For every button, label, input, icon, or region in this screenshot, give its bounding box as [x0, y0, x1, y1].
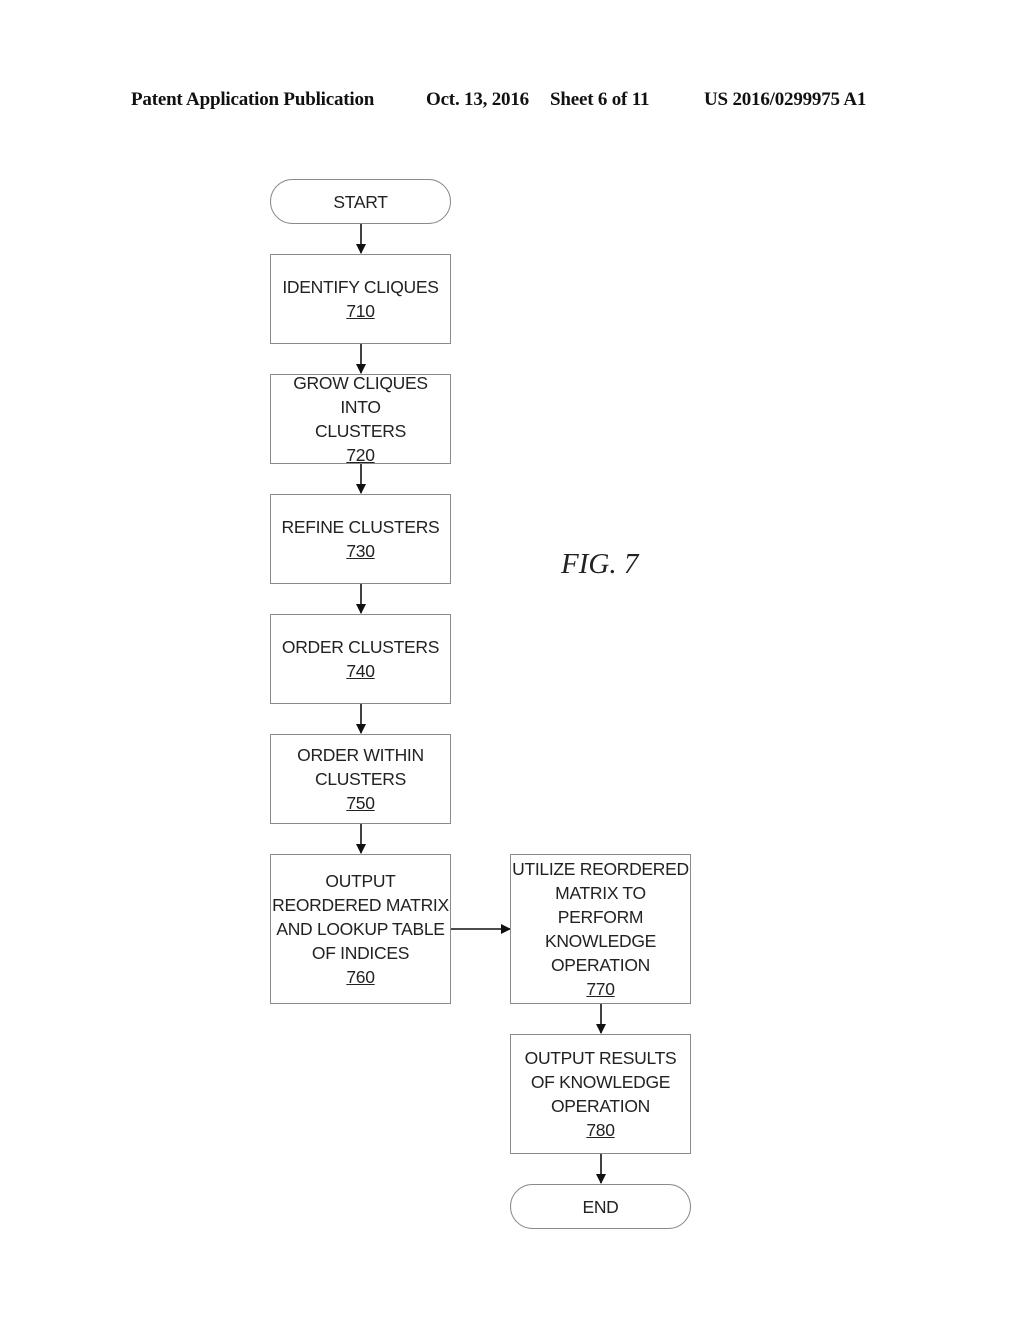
- step-770-ref: 770: [586, 979, 615, 999]
- step-730-ref: 730: [346, 541, 375, 561]
- step-750-text-line2: CLUSTERS: [315, 769, 406, 789]
- step-710-box: IDENTIFY CLIQUES 710: [270, 254, 451, 344]
- step-770-text-line4: KNOWLEDGE: [544, 931, 657, 951]
- step-740-box: ORDER CLUSTERS 740: [270, 614, 451, 704]
- end-terminal: END: [510, 1184, 691, 1229]
- step-770-text-line1: UTILIZE REORDERED: [512, 859, 689, 879]
- step-770-box: UTILIZE REORDERED MATRIX TO PERFORM KNOW…: [510, 854, 691, 1004]
- step-760-text-line4: OF INDICES: [311, 943, 410, 963]
- step-780-text-line2: OF KNOWLEDGE: [530, 1072, 671, 1092]
- step-730-text: REFINE CLUSTERS: [281, 517, 440, 537]
- end-label: END: [582, 1196, 619, 1217]
- step-760-text-line2: REORDERED MATRIX: [272, 895, 449, 915]
- step-710-ref: 710: [346, 301, 375, 321]
- step-780-text-line3: OPERATION: [550, 1096, 651, 1116]
- figure-label: FIG. 7: [561, 548, 639, 580]
- step-720-ref: 720: [346, 445, 375, 465]
- step-780-ref: 780: [586, 1120, 615, 1140]
- step-750-box: ORDER WITHIN CLUSTERS 750: [270, 734, 451, 824]
- step-720-box: GROW CLIQUES INTO CLUSTERS 720: [270, 373, 451, 465]
- step-740-text: ORDER CLUSTERS: [281, 637, 440, 657]
- step-770-text-line2: MATRIX TO: [555, 883, 646, 903]
- step-760-box: OUTPUT REORDERED MATRIX AND LOOKUP TABLE…: [270, 854, 451, 1004]
- step-770-text-line3: PERFORM: [557, 907, 644, 927]
- step-760-ref: 760: [346, 967, 375, 987]
- start-terminal: START: [270, 179, 451, 224]
- step-760-text-line1: OUTPUT: [325, 871, 396, 891]
- step-750-ref: 750: [346, 793, 375, 813]
- step-710-text: IDENTIFY CLIQUES: [282, 277, 439, 297]
- step-720-text-line1: GROW CLIQUES INTO: [293, 373, 428, 417]
- step-720-text-line2: CLUSTERS: [315, 421, 406, 441]
- step-740-ref: 740: [346, 661, 375, 681]
- step-730-box: REFINE CLUSTERS 730: [270, 494, 451, 584]
- step-780-text-line1: OUTPUT RESULTS: [524, 1048, 677, 1068]
- step-770-text-line5: OPERATION: [550, 955, 651, 975]
- step-780-box: OUTPUT RESULTS OF KNOWLEDGE OPERATION 78…: [510, 1034, 691, 1154]
- step-750-text-line1: ORDER WITHIN: [297, 745, 424, 765]
- step-760-text-line3: AND LOOKUP TABLE: [276, 919, 445, 939]
- start-label: START: [333, 191, 388, 212]
